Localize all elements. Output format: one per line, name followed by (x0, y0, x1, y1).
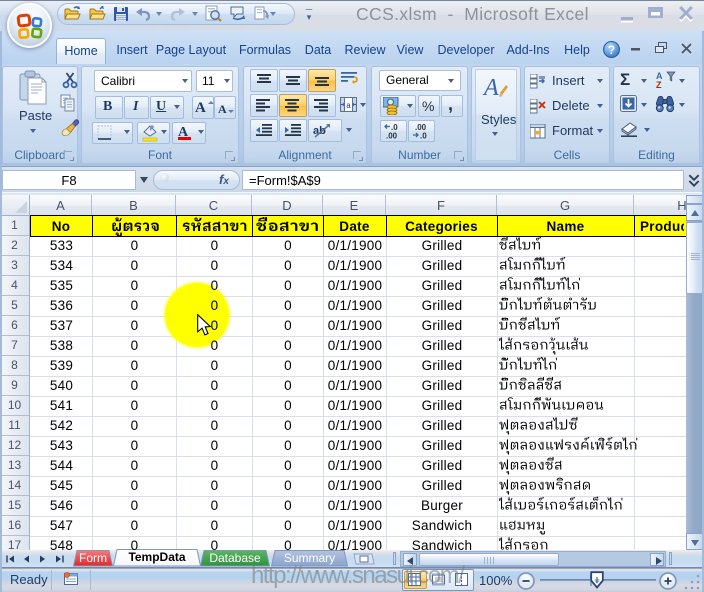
svg-text:ab: ab (313, 125, 326, 137)
svg-text:A: A (195, 100, 206, 116)
svg-text:Z: Z (656, 80, 662, 89)
svg-text:.0: .0 (420, 132, 427, 140)
svg-text:.00: .00 (386, 132, 398, 140)
svg-text:A: A (218, 102, 227, 116)
svg-text:a: a (346, 101, 351, 110)
svg-text:A: A (482, 75, 499, 99)
